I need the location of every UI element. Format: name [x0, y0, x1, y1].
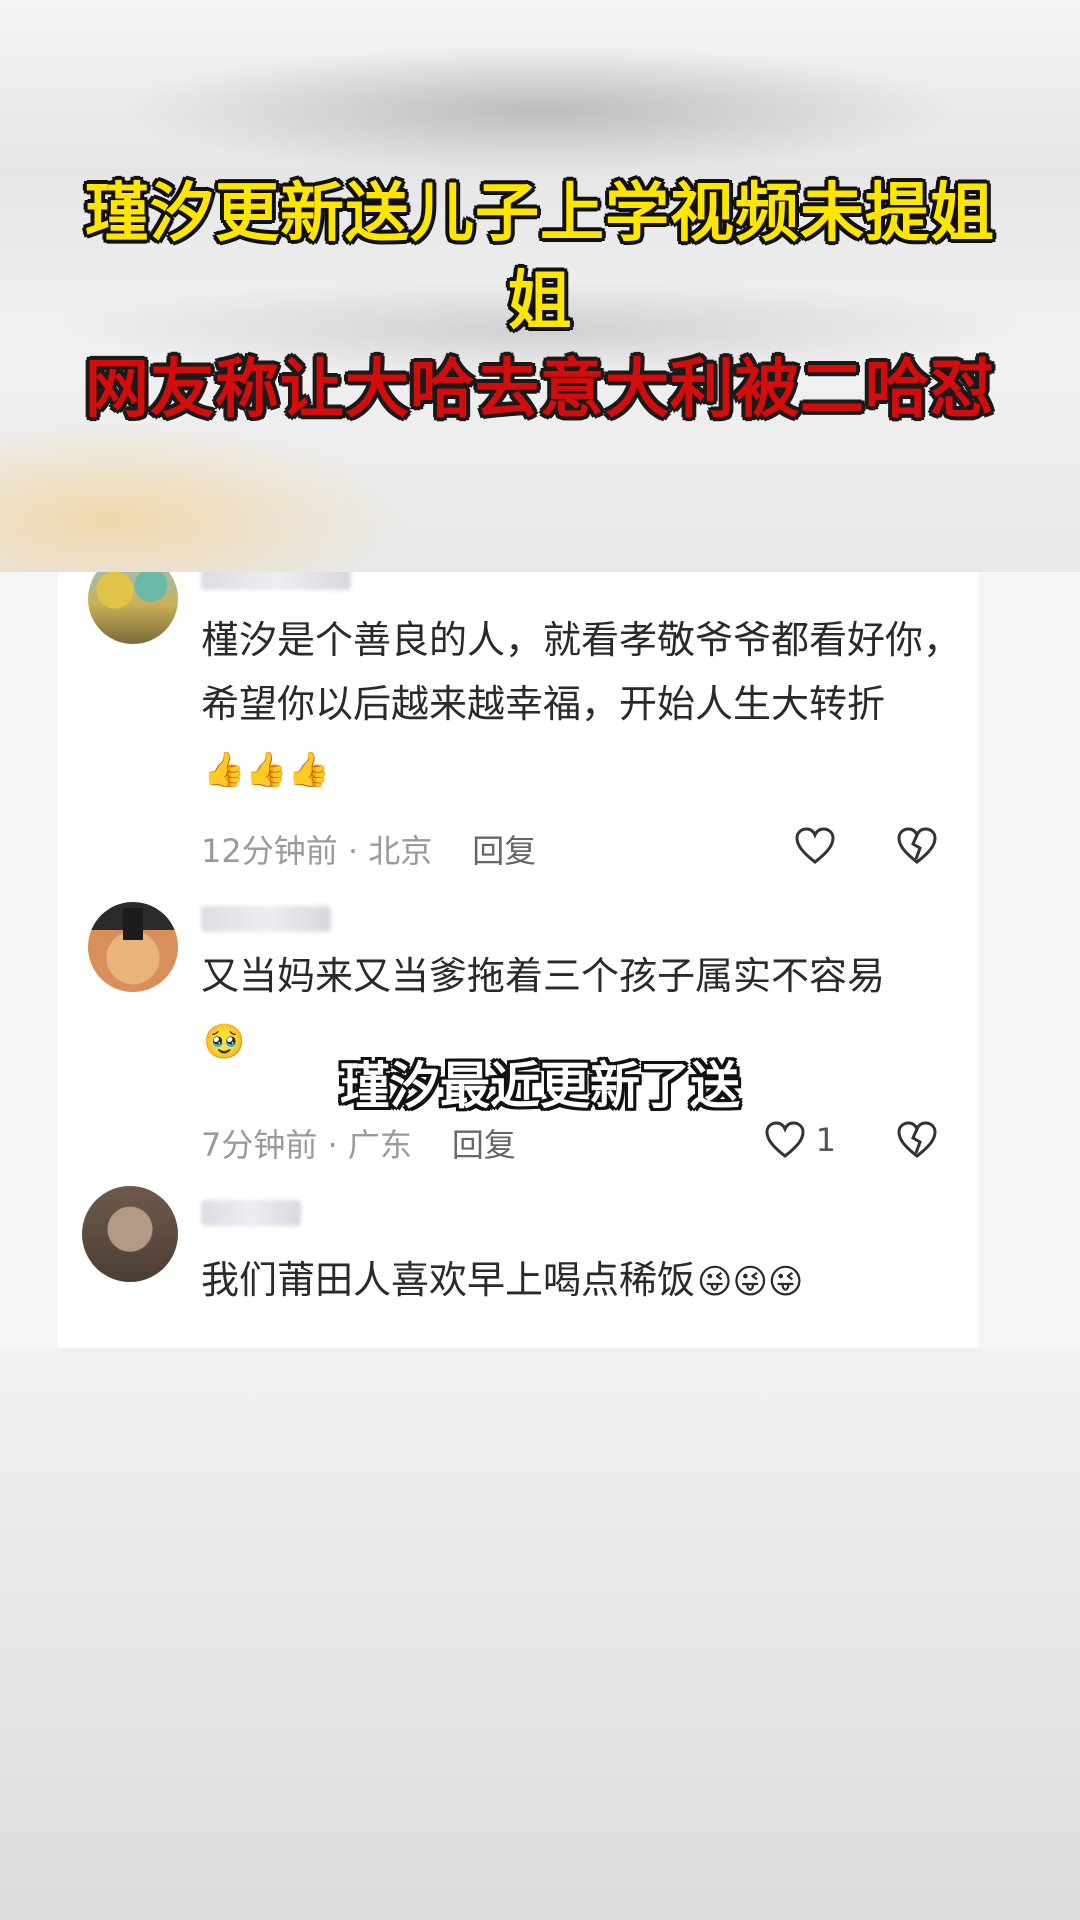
- like-button[interactable]: 1: [764, 1120, 836, 1160]
- heart-outline-icon: [794, 826, 836, 866]
- comment-location: 广东: [347, 1126, 412, 1164]
- comment-meta: 7分钟前 · 广东 回复: [201, 1126, 516, 1164]
- comment-text: 我们莆田人喜欢早上喝点稀饭😜😜😜: [201, 1248, 961, 1314]
- comment-item: 我们莆田人喜欢早上喝点稀饭😜😜😜: [58, 1186, 978, 1348]
- comment-location: 北京: [368, 832, 433, 870]
- comment-time: 12分钟前: [201, 832, 338, 870]
- comment-time: 7分钟前: [201, 1126, 318, 1164]
- winking-face-emoji: 😜😜😜: [697, 1262, 804, 1302]
- broken-heart-icon: [896, 826, 938, 866]
- comment-text: 槿汐是个善良的人，就看孝敬爷爷都看好你，希望你以后越来越幸福，开始人生大转折 👍👍…: [201, 608, 961, 802]
- headline-line-2: 网友称让大哈去意大利被二哈怼: [85, 353, 995, 427]
- like-button[interactable]: [794, 826, 836, 866]
- username-blurred: [201, 572, 351, 590]
- username-blurred: [201, 1200, 301, 1226]
- dislike-button[interactable]: [896, 1120, 938, 1160]
- comment-item: 又当妈来又当爹拖着三个孩子属实不容易 🥹 7分钟前 · 广东 回复 1: [58, 902, 978, 1172]
- dislike-button[interactable]: [896, 826, 938, 866]
- video-headline: 瑾汐更新送儿子上学视频未提姐姐 网友称让大哈去意大利被二哈怼: [0, 170, 1080, 434]
- comment-item: 槿汐是个善良的人，就看孝敬爷爷都看好你，希望你以后越来越幸福，开始人生大转折 👍👍…: [58, 572, 978, 872]
- comment-body: 槿汐是个善良的人，就看孝敬爷爷都看好你，希望你以后越来越幸福，开始人生大转折: [201, 618, 962, 726]
- reply-button[interactable]: 回复: [472, 832, 536, 870]
- comment-body: 我们莆田人喜欢早上喝点稀饭: [201, 1258, 696, 1302]
- avatar[interactable]: [82, 1186, 178, 1282]
- comment-actions: [734, 824, 938, 868]
- reply-button[interactable]: 回复: [452, 1126, 516, 1164]
- avatar[interactable]: [88, 902, 178, 992]
- avatar[interactable]: [88, 572, 178, 644]
- video-subtitle: 瑾汐最近更新了送: [340, 1057, 740, 1115]
- comment-meta: 12分钟前 · 北京 回复: [201, 832, 537, 870]
- comment-screenshot: 槿汐是个善良的人，就看孝敬爷爷都看好你，希望你以后越来越幸福，开始人生大转折 👍👍…: [0, 572, 1080, 1348]
- headline-line-1: 瑾汐更新送儿子上学视频未提姐姐: [85, 177, 995, 339]
- like-count: 1: [815, 1121, 836, 1159]
- thumbs-up-emoji: 👍👍👍: [203, 750, 331, 790]
- broken-heart-icon: [896, 1120, 938, 1160]
- comment-body: 又当妈来又当爹拖着三个孩子属实不容易: [201, 954, 886, 998]
- heart-outline-icon: [764, 1120, 806, 1160]
- comment-list: 槿汐是个善良的人，就看孝敬爷爷都看好你，希望你以后越来越幸福，开始人生大转折 👍👍…: [58, 572, 978, 1348]
- username-blurred: [201, 906, 331, 932]
- comment-actions: 1: [704, 1118, 938, 1162]
- blurred-background-bottom: [0, 1348, 1080, 1920]
